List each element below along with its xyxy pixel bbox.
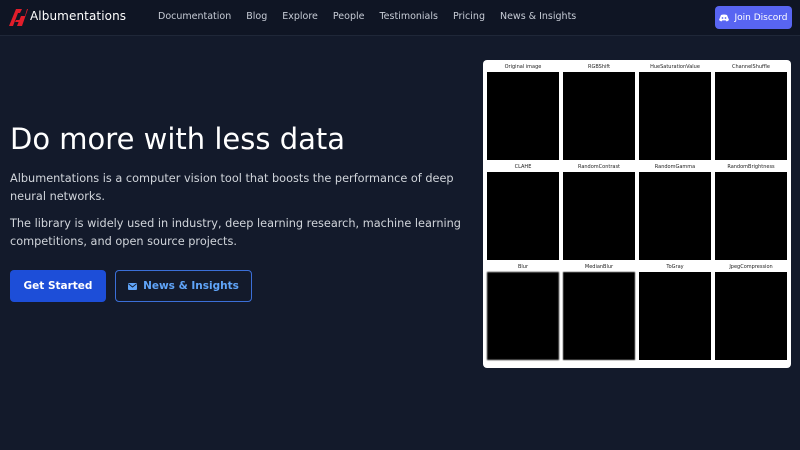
nav-link-news-insights[interactable]: News & Insights [500, 11, 576, 22]
parrot-image [563, 172, 635, 260]
parrot-image [563, 272, 635, 360]
aug-label: RandomGamma [654, 164, 696, 170]
envelope-icon [128, 282, 138, 290]
parrot-image [487, 272, 559, 360]
parrot-image [715, 72, 787, 160]
albumentations-logo-icon[interactable] [8, 8, 28, 27]
aug-label: RGBShift [587, 64, 611, 70]
discord-icon [719, 14, 730, 21]
aug-label: MedianBlur [584, 264, 614, 270]
parrot-image [487, 72, 559, 160]
hero-headline: Do more with less data [10, 122, 346, 156]
join-discord-button[interactable]: Join Discord [715, 6, 792, 29]
top-navbar: Albumentations Documentation Blog Explor… [0, 0, 800, 36]
parrot-image [715, 272, 787, 360]
news-insights-label: News & Insights [143, 280, 239, 292]
nav-link-pricing[interactable]: Pricing [453, 11, 485, 22]
parrot-image [639, 272, 711, 360]
hero-usage-text: The library is widely used in industry, … [10, 217, 461, 248]
nav-link-blog[interactable]: Blog [246, 11, 267, 22]
get-started-label: Get Started [23, 280, 93, 292]
nav-link-explore[interactable]: Explore [282, 11, 318, 22]
augmentation-examples-grid: Original image RGBShift HueSaturationVal… [483, 60, 791, 368]
aug-label: ChannelShuffle [732, 64, 770, 70]
nav-link-people[interactable]: People [333, 11, 365, 22]
join-discord-label: Join Discord [734, 12, 788, 23]
brand-name[interactable]: Albumentations [30, 9, 126, 23]
parrot-image [639, 72, 711, 160]
aug-label: Original image [504, 64, 542, 70]
nav-links: Documentation Blog Explore People Testim… [158, 11, 591, 22]
aug-label: HueSaturationValue [650, 64, 700, 70]
aug-label: Blur [517, 264, 529, 270]
parrot-image [487, 172, 559, 260]
nav-link-testimonials[interactable]: Testimonials [379, 11, 437, 22]
hero-description: Albumentations is a computer vision tool… [10, 172, 454, 203]
parrot-image [715, 172, 787, 260]
nav-link-documentation[interactable]: Documentation [158, 11, 231, 22]
aug-label: RandomBrightness [727, 164, 775, 170]
aug-label: CLAHE [514, 164, 532, 170]
aug-label: JpegCompression [729, 264, 773, 270]
news-insights-button[interactable]: News & Insights [115, 270, 252, 302]
parrot-image [639, 172, 711, 260]
parrot-image [563, 72, 635, 160]
get-started-button[interactable]: Get Started [10, 270, 106, 302]
aug-label: RandomContrast [577, 164, 621, 170]
aug-label: ToGray [666, 264, 684, 270]
